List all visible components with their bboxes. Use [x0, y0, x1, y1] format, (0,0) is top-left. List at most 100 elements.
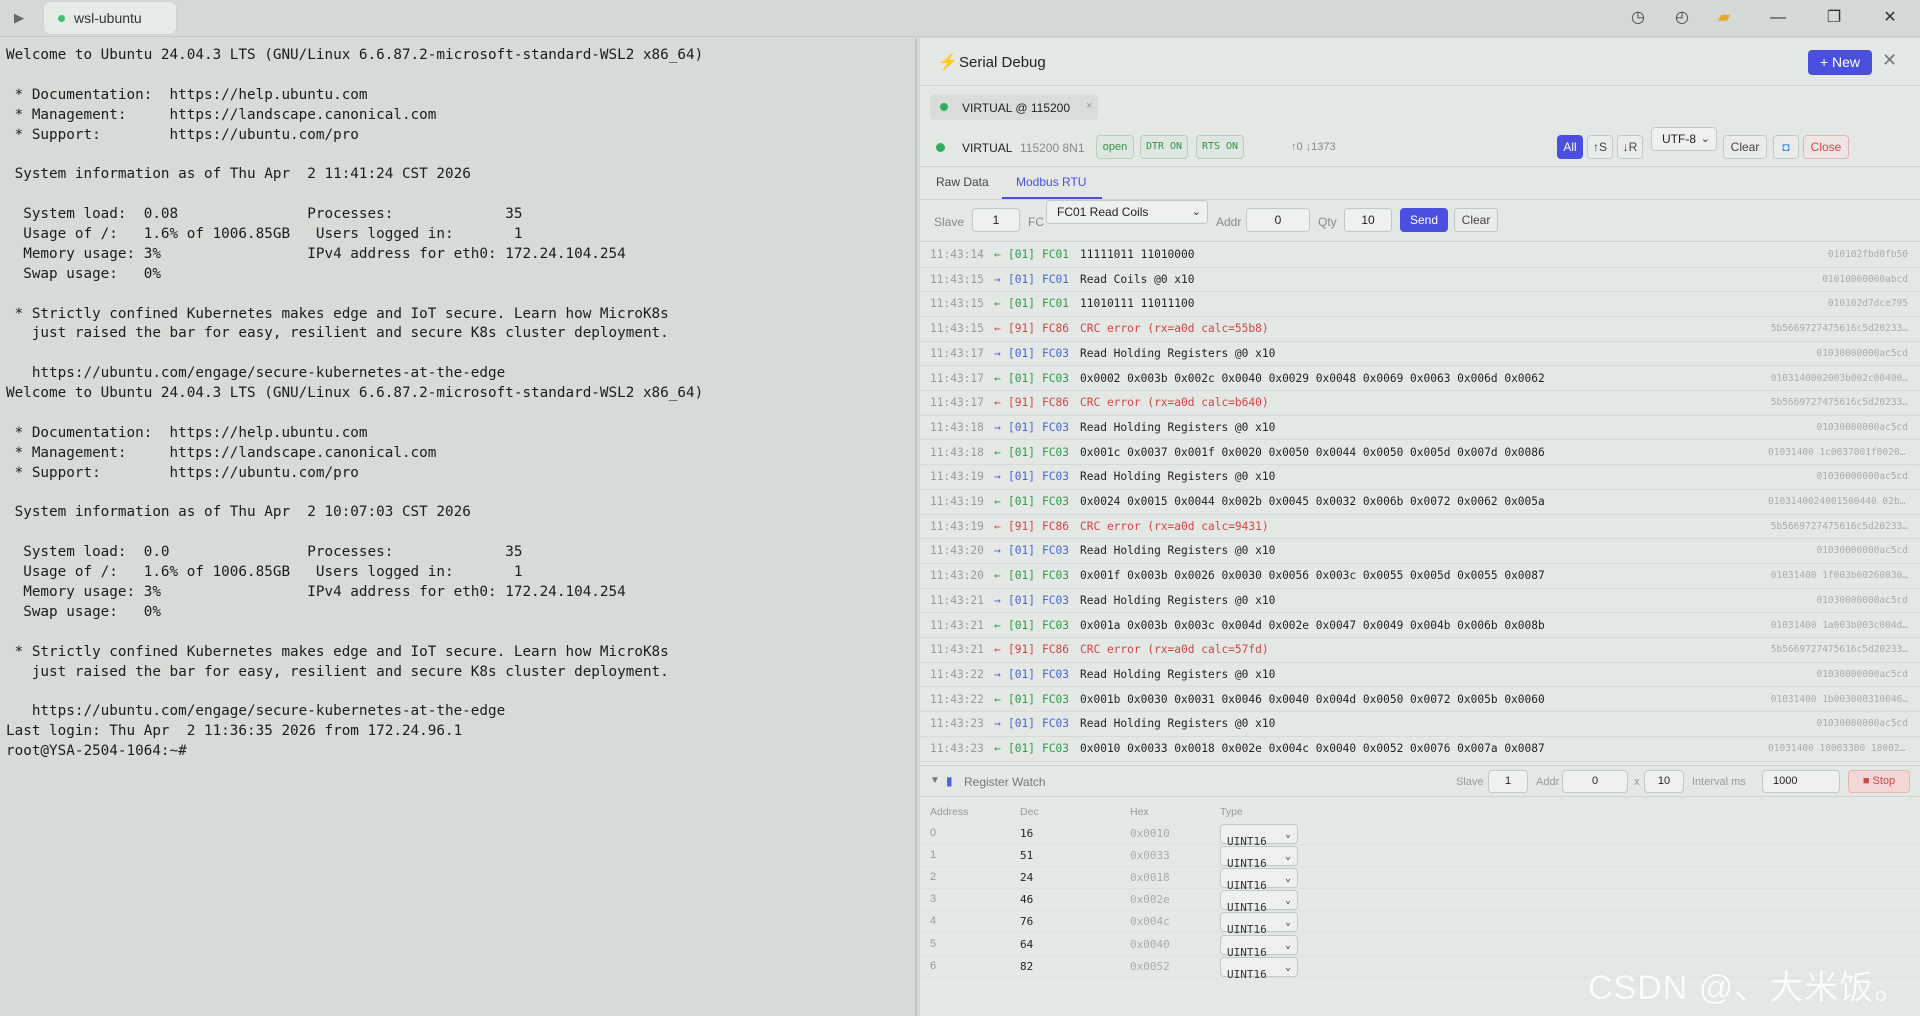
clear-log-button[interactable]: Clear — [1723, 135, 1767, 159]
terminal-pane[interactable]: Welcome to Ubuntu 24.04.3 LTS (GNU/Linux… — [0, 38, 917, 1016]
register-type-select[interactable]: UINT16 ⌄ — [1220, 868, 1298, 892]
log-row[interactable]: 11:43:17 ← [91] FC86 CRC error (rx=a0d calc=… — [920, 391, 1920, 416]
chevron-down-icon: ⌄ — [1700, 133, 1710, 145]
quantity-input[interactable]: 10 — [1344, 208, 1392, 232]
log-row[interactable]: 11:43:22 → [01] FC03 Read Holding Registers … — [920, 663, 1920, 688]
terminal-line: Swap usage: 0% — [6, 265, 161, 282]
watch-slave-input[interactable]: 1 — [1488, 770, 1528, 793]
connection-chip[interactable]: VIRTUAL @ 115200 × — [930, 94, 1098, 120]
chevron-down-icon: ⌄ — [1191, 206, 1201, 218]
chevron-down-icon: ⌄ — [1284, 917, 1291, 929]
function-code: FC86 — [1042, 643, 1069, 657]
view-tabs: Raw Data Modbus RTU — [920, 167, 1920, 200]
clear-controls-button[interactable]: Clear — [1454, 208, 1498, 232]
close-port-button[interactable]: Close — [1803, 135, 1849, 159]
terminal-line: root@YSA-2504-1064:~# — [6, 743, 187, 760]
register-type-select[interactable]: UINT16 ⌄ — [1220, 824, 1298, 848]
raw-hex: 5b5669727475616c5d20233… — [1770, 644, 1908, 656]
log-time: 11:43:21 — [930, 593, 984, 607]
function-code-select[interactable]: FC01 Read Coils ⌄ — [1046, 200, 1208, 224]
log-message: Read Holding Registers @0 x10 — [1080, 544, 1276, 558]
clock-icon[interactable]: ◴ — [1672, 8, 1692, 28]
address-input[interactable]: 0 — [1246, 208, 1310, 232]
log-row[interactable]: 11:43:21 → [01] FC03 Read Holding Registers … — [920, 589, 1920, 614]
direction-arrow-icon: ← — [994, 396, 1001, 410]
minimize-icon[interactable]: — — [1762, 6, 1794, 30]
register-type-select[interactable]: UINT16 ⌄ — [1220, 846, 1298, 870]
new-connection-button[interactable]: + New — [1808, 50, 1872, 75]
log-time: 11:43:18 — [930, 420, 984, 434]
log-time: 11:43:20 — [930, 544, 984, 558]
watch-qty-input[interactable]: 10 — [1644, 770, 1684, 793]
log-time: 11:43:21 — [930, 618, 984, 632]
log-row[interactable]: 11:43:15 ← [91] FC86 CRC error (rx=a0d calc=… — [920, 317, 1920, 342]
collapse-icon[interactable]: ▼ — [930, 775, 940, 786]
register-type-select[interactable]: UINT16 ⌄ — [1220, 890, 1298, 914]
encoding-select[interactable]: UTF-8 ⌄ — [1651, 127, 1717, 151]
stop-watch-button[interactable]: ■ Stop — [1848, 770, 1910, 793]
log-row[interactable]: 11:43:18 ← [01] FC03 0x001c 0x0037 0x001f 0x… — [920, 441, 1920, 466]
log-row[interactable]: 11:43:21 ← [01] FC03 0x001a 0x003b 0x003c 0x… — [920, 614, 1920, 639]
raw-hex: 01031400 1f003b00260030… — [1770, 570, 1908, 582]
log-row[interactable]: 11:43:19 → [01] FC03 Read Holding Registers … — [920, 465, 1920, 490]
watch-addr-input[interactable]: 0 — [1562, 770, 1628, 793]
filter-tx-button[interactable]: ↑S — [1587, 135, 1613, 159]
filter-rx-button[interactable]: ↓R — [1617, 135, 1643, 159]
record-icon[interactable]: ◘ — [1773, 135, 1799, 159]
log-row[interactable]: 11:43:23 → [01] FC03 Read Holding Registers … — [920, 712, 1920, 737]
register-type-select[interactable]: UINT16 ⌄ — [1220, 934, 1298, 959]
function-code: FC03 — [1042, 618, 1069, 632]
play-icon[interactable]: ▶ — [14, 10, 30, 26]
function-code: FC03 — [1042, 742, 1069, 755]
log-message: 0x0002 0x003b 0x002c 0x0040 0x0029 0x004… — [1080, 371, 1545, 385]
filter-all-button[interactable]: All — [1557, 135, 1583, 159]
register-row: 5 64 0x0040 UINT16 ⌄ — [920, 934, 1920, 959]
modbus-log[interactable]: 11:43:14 ← [01] FC01 11111011 11010000 010102… — [920, 243, 1920, 765]
log-row[interactable]: 11:43:20 → [01] FC03 Read Holding Registers … — [920, 539, 1920, 564]
tab-raw-data[interactable]: Raw Data — [936, 175, 989, 189]
function-code: FC86 — [1042, 396, 1069, 410]
close-panel-icon[interactable]: ✕ — [1882, 50, 1897, 71]
raw-hex: 01031400 1b003000310046… — [1770, 693, 1908, 705]
log-row[interactable]: 11:43:19 ← [01] FC03 0x0024 0x0015 0x0044 0x… — [920, 490, 1920, 515]
history-icon[interactable]: ◷ — [1628, 8, 1648, 28]
close-icon[interactable]: ✕ — [1874, 6, 1906, 30]
log-row[interactable]: 11:43:14 ← [01] FC01 11111011 11010000 010102… — [920, 243, 1920, 268]
chevron-down-icon: ⌄ — [1284, 939, 1291, 951]
tab-wsl-ubuntu[interactable]: wsl-ubuntu — [44, 2, 176, 34]
register-address: 6 — [930, 959, 937, 972]
slave-input[interactable]: 1 — [972, 208, 1020, 232]
function-code: FC03 — [1042, 667, 1069, 681]
log-row[interactable]: 11:43:23 ← [01] FC03 0x0010 0x0033 0x0018 0x… — [920, 737, 1920, 762]
log-row[interactable]: 11:43:20 ← [01] FC03 0x001f 0x003b 0x0026 0x… — [920, 564, 1920, 589]
send-button[interactable]: Send — [1400, 208, 1448, 232]
status-bar: VIRTUAL 115200 8N1 open DTR ON RTS ON ↑0… — [920, 127, 1920, 167]
folder-icon[interactable]: ▰ — [1714, 8, 1734, 28]
log-row[interactable]: 11:43:17 → [01] FC03 Read Holding Registers … — [920, 342, 1920, 367]
direction-arrow-icon: → — [994, 544, 1001, 558]
log-row[interactable]: 11:43:18 → [01] FC03 Read Holding Registers … — [920, 416, 1920, 441]
terminal-line: System information as of Thu Apr 2 11:41… — [6, 166, 471, 183]
log-row[interactable]: 11:43:17 ← [01] FC03 0x0002 0x003b 0x002c 0x… — [920, 367, 1920, 392]
direction-arrow-icon: ← — [994, 519, 1001, 533]
tab-modbus-rtu[interactable]: Modbus RTU — [1016, 175, 1086, 189]
log-row[interactable]: 11:43:15 → [01] FC01 Read Coils @0 x10 010100… — [920, 268, 1920, 293]
register-row: 4 76 0x004c UINT16 ⌄ — [920, 911, 1920, 936]
log-row[interactable]: 11:43:15 ← [01] FC01 11010111 11011100 010102… — [920, 292, 1920, 317]
log-row[interactable]: 11:43:19 ← [91] FC86 CRC error (rx=a0d calc=… — [920, 515, 1920, 540]
restore-icon[interactable]: ❐ — [1818, 6, 1850, 30]
register-type-select[interactable]: UINT16 ⌄ — [1220, 956, 1298, 981]
dtr-toggle[interactable]: DTR ON — [1140, 135, 1188, 159]
addr-label: Addr — [1216, 215, 1242, 229]
log-time: 11:43:23 — [930, 717, 984, 731]
rts-toggle[interactable]: RTS ON — [1196, 135, 1244, 159]
register-dec: 64 — [1020, 937, 1034, 951]
chip-close-icon[interactable]: × — [1086, 100, 1092, 112]
connected-dot-icon — [58, 15, 65, 22]
register-type-select[interactable]: UINT16 ⌄ — [1220, 912, 1298, 936]
log-row[interactable]: 11:43:22 ← [01] FC03 0x001b 0x0030 0x0031 0x… — [920, 688, 1920, 713]
log-row[interactable]: 11:43:21 ← [91] FC86 CRC error (rx=a0d calc=… — [920, 638, 1920, 663]
interval-input[interactable]: 1000 — [1762, 770, 1840, 793]
function-code: FC03 — [1042, 544, 1069, 558]
unit-id: [01] — [1008, 569, 1035, 583]
